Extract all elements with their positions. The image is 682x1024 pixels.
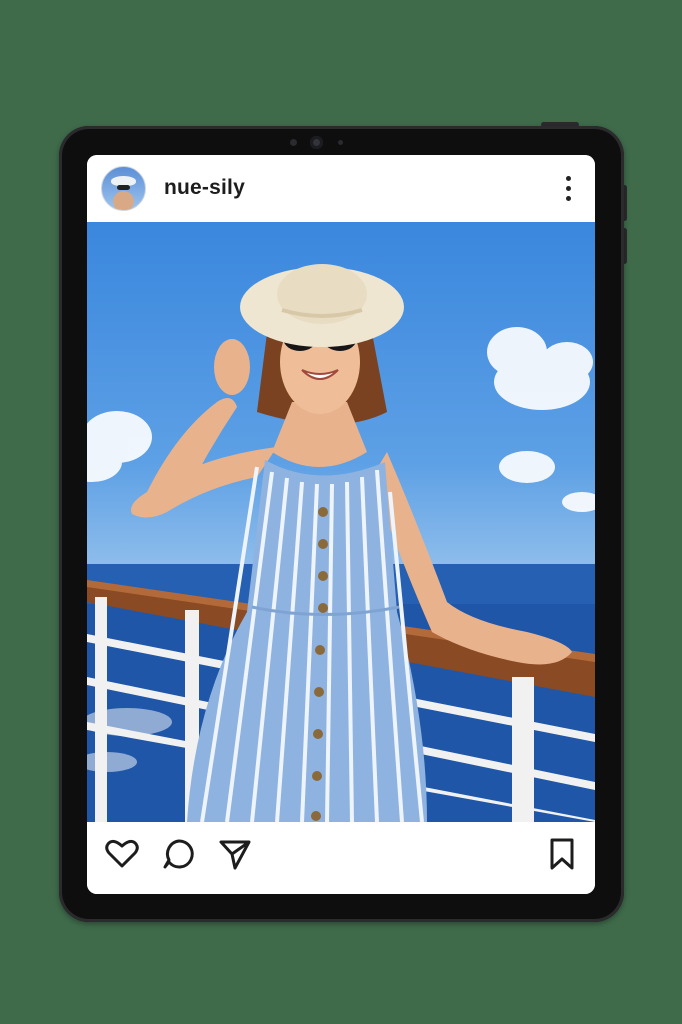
- post-actions-bar: [87, 822, 595, 894]
- bookmark-icon[interactable]: [544, 836, 580, 872]
- photo-illustration: [87, 264, 595, 822]
- front-camera: [286, 136, 352, 149]
- more-vertical-icon[interactable]: [557, 173, 581, 205]
- post-photo[interactable]: [87, 222, 595, 822]
- username[interactable]: nue-sily: [164, 176, 245, 200]
- heart-icon[interactable]: [104, 836, 140, 872]
- post-header: nue-sily: [87, 155, 595, 222]
- comment-icon[interactable]: [161, 836, 197, 872]
- post-screen: nue-sily: [87, 155, 595, 894]
- send-icon[interactable]: [217, 836, 253, 872]
- user-avatar[interactable]: [101, 166, 146, 211]
